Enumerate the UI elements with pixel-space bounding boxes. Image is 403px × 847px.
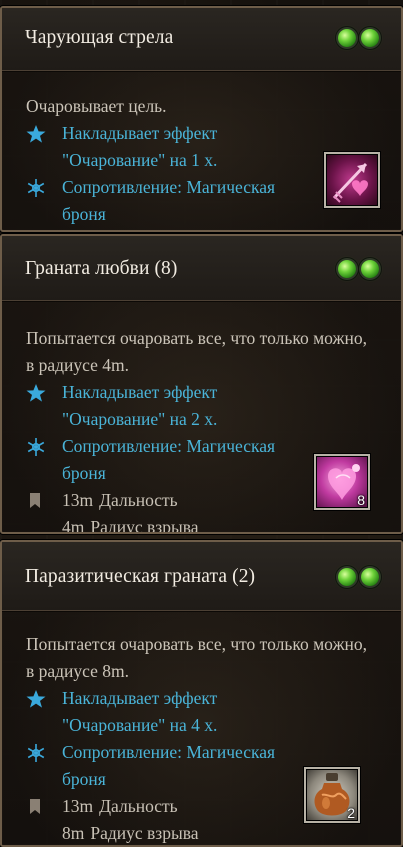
star-icon xyxy=(26,384,46,402)
snowflake-icon xyxy=(27,179,45,197)
tooltip-header: Чарующая стрела xyxy=(2,8,401,71)
tooltip-header: Паразитическая граната (2) xyxy=(2,542,401,611)
snowflake-icon xyxy=(27,744,45,762)
action-orb-icon xyxy=(338,260,356,278)
effect-resistance: Сопротивление: Магическая броня xyxy=(26,433,317,487)
stat-radius: 4m Радиус взрыва xyxy=(26,514,379,534)
radius-value: 4m xyxy=(62,517,85,534)
item-count: 8 xyxy=(357,492,365,508)
action-orb-icon xyxy=(361,568,379,586)
radius-label: Радиус взрыва xyxy=(90,517,199,534)
effect-text: Сопротивление: Магическая броня xyxy=(62,436,276,483)
action-points xyxy=(338,29,379,47)
action-orb-icon xyxy=(338,568,356,586)
effect-text: Сопротивление: Магическая броня xyxy=(62,742,276,789)
star-icon xyxy=(26,690,46,708)
tooltip-title: Граната любви (8) xyxy=(25,258,178,279)
effect-resistance: Сопротивление: Магическая броня xyxy=(26,174,317,228)
tooltip-charming-arrow: Чарующая стрела Очаровывает цель. Наклад… xyxy=(0,6,403,232)
tooltip-description: Очаровывает цель. xyxy=(26,96,167,116)
range-label: Дальность xyxy=(99,490,178,510)
tooltip-header: Граната любви (8) xyxy=(2,236,401,301)
action-orb-icon xyxy=(361,260,379,278)
effect-text: Накладывает эффект "Очарование" на 2 х. xyxy=(62,382,218,429)
action-orb-icon xyxy=(338,29,356,47)
snowflake-icon xyxy=(27,438,45,456)
effect-status: Накладывает эффект "Очарование" на 1 х. xyxy=(26,120,317,174)
range-value: 13m xyxy=(62,796,94,816)
game-screen: Чарующая стрела Очаровывает цель. Наклад… xyxy=(0,0,403,847)
radius-value: 8m xyxy=(62,823,85,843)
action-points xyxy=(338,260,379,278)
effect-resistance: Сопротивление: Магическая броня xyxy=(26,739,317,793)
bookmark-icon xyxy=(30,799,40,814)
effect-text: Накладывает эффект "Очарование" на 1 х. xyxy=(62,123,218,170)
tooltip-love-grenade: Граната любви (8) Попытается очаровать в… xyxy=(0,234,403,534)
bookmark-icon xyxy=(30,493,40,508)
tooltip-title: Паразитическая граната (2) xyxy=(25,566,256,587)
effect-text: Накладывает эффект "Очарование" на 4 х. xyxy=(62,688,218,735)
action-orb-icon xyxy=(361,29,379,47)
tooltip-parasite-grenade: Паразитическая граната (2) Попытается оч… xyxy=(0,540,403,847)
effect-status: Накладывает эффект "Очарование" на 4 х. xyxy=(26,685,317,739)
tooltip-description: Попытается очаровать все, что только мож… xyxy=(26,328,368,375)
tooltip-description: Попытается очаровать все, что только мож… xyxy=(26,634,368,681)
item-count: 2 xyxy=(347,805,355,821)
range-label: Дальность xyxy=(99,796,178,816)
tooltip-title: Чарующая стрела xyxy=(25,27,174,48)
charm-arrow-icon[interactable] xyxy=(324,152,380,208)
action-points xyxy=(338,568,379,586)
stat-radius: 8m Радиус взрыва xyxy=(26,820,379,845)
love-grenade-icon[interactable]: 8 xyxy=(314,454,370,510)
parasite-grenade-icon[interactable]: 2 xyxy=(304,767,360,823)
effect-status: Накладывает эффект "Очарование" на 2 х. xyxy=(26,379,317,433)
radius-label: Радиус взрыва xyxy=(90,823,199,843)
range-value: 13m xyxy=(62,490,94,510)
effect-text: Сопротивление: Магическая броня xyxy=(62,177,276,224)
star-icon xyxy=(26,125,46,143)
